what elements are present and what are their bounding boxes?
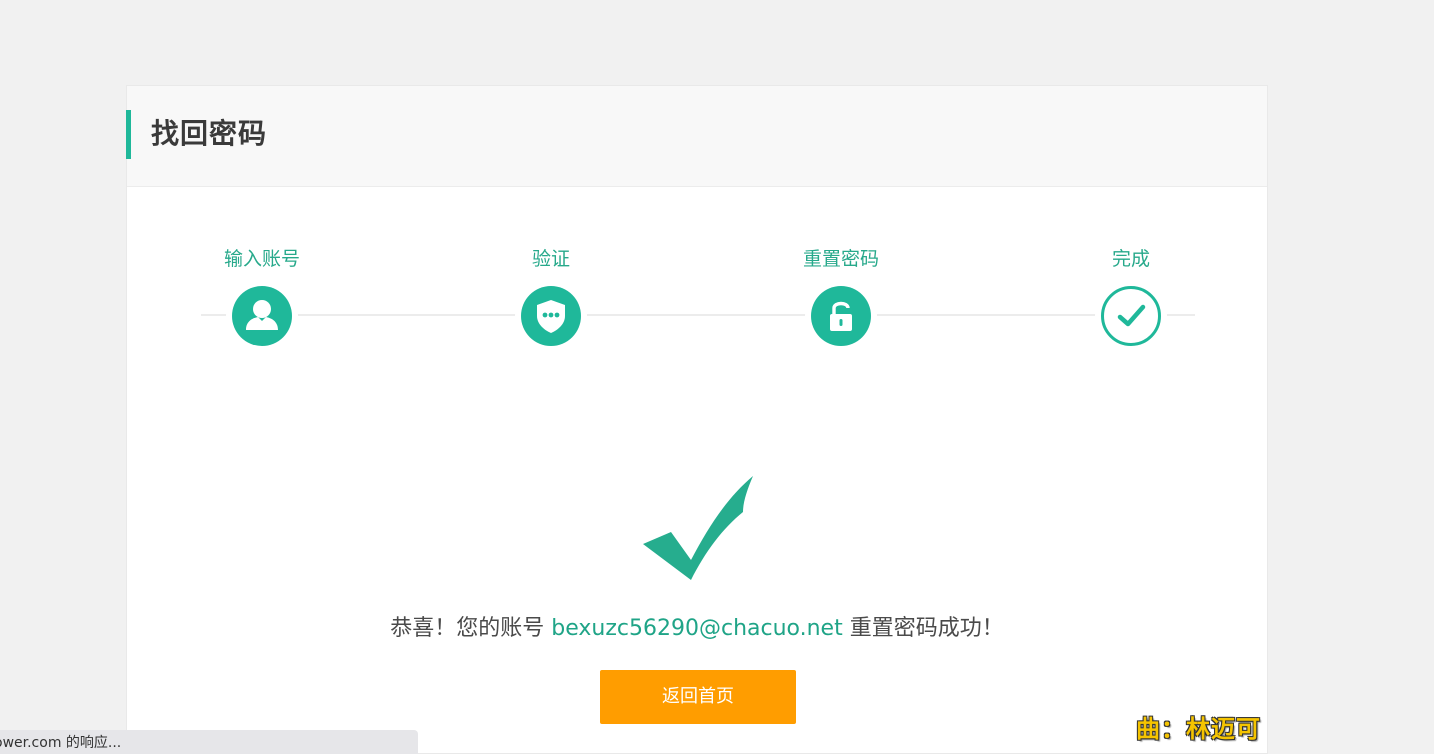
step-complete: 完成 [1071,246,1191,346]
password-recovery-card: 找回密码 输入账号 验证 重置密码 完成 恭喜！您的账号 bexuzc56290… [126,85,1268,754]
message-prefix: 恭喜！您的账号 [390,616,552,641]
shield-message-icon [521,286,581,346]
user-icon [232,286,292,346]
card-header: 找回密码 [126,86,1267,187]
message-suffix: 重置密码成功！ [842,616,1004,641]
step-label-enter-account: 输入账号 [223,248,300,270]
step-label-complete: 完成 [1111,248,1150,270]
step-verify: 验证 [491,246,611,346]
header-accent-bar [126,110,131,159]
success-check-icon [643,476,753,580]
success-message: 恭喜！您的账号 bexuzc56290@chacuo.net 重置密码成功！ [127,614,1267,644]
step-label-reset-password: 重置密码 [802,248,879,270]
step-enter-account: 输入账号 [202,246,322,346]
account-email: bexuzc56290@chacuo.net [551,616,843,641]
step-reset-password: 重置密码 [781,246,901,346]
progress-line [201,314,1195,316]
unlock-icon [811,286,871,346]
browser-status-bar: ower.com 的响应... [0,730,418,754]
page-title: 找回密码 [151,117,268,150]
return-home-button[interactable]: 返回首页 [600,670,796,724]
status-bar-text: ower.com 的响应... [0,735,122,751]
step-label-verify: 验证 [531,248,570,270]
progress-steps: 输入账号 验证 重置密码 完成 [201,246,1195,356]
song-credit-overlay: 曲：林迈可 [1136,715,1261,743]
check-circle-icon [1101,286,1161,346]
